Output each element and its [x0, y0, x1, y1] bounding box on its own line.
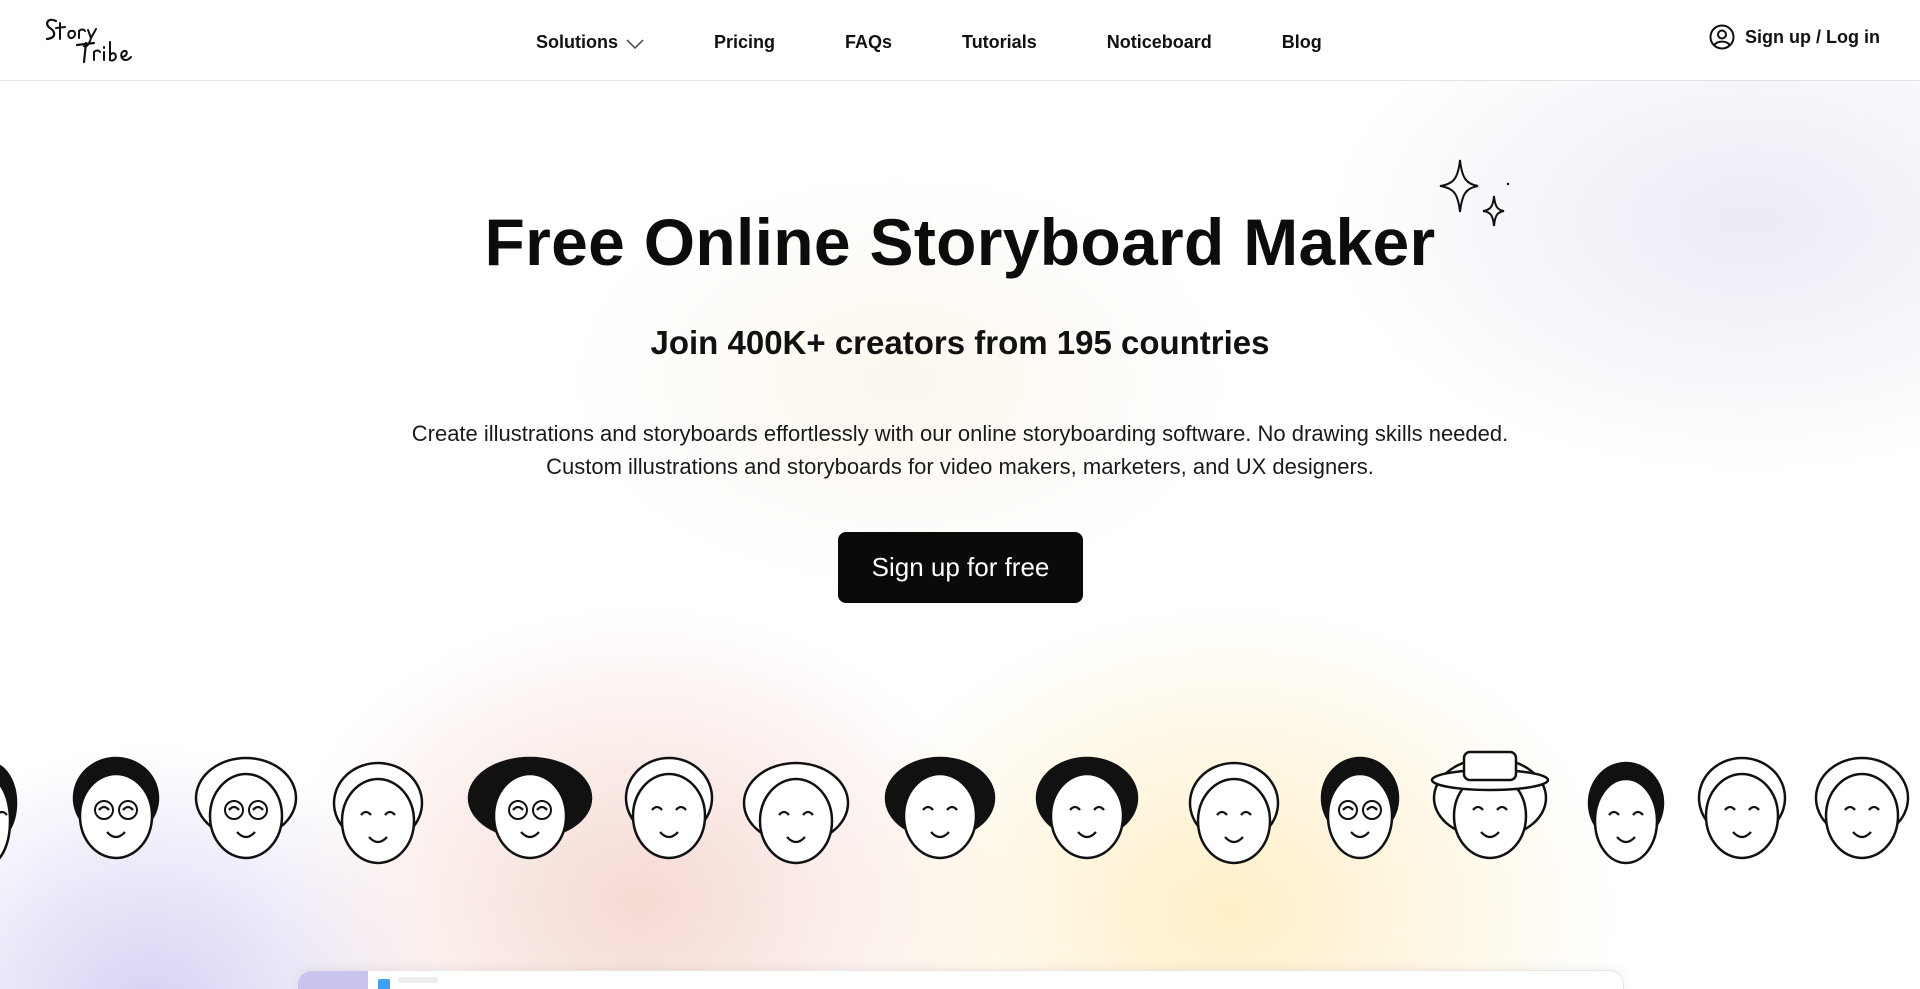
nav-item-label: Tutorials — [962, 32, 1037, 52]
nav-item-solutions[interactable]: Solutions — [536, 27, 644, 54]
nav-item-pricing[interactable]: Pricing — [714, 28, 775, 53]
nav-item-noticeboard[interactable]: Noticeboard — [1107, 28, 1212, 53]
nav-item-label: Pricing — [714, 32, 776, 52]
chevron-down-icon — [626, 33, 644, 54]
character-face-icon — [1695, 750, 1789, 875]
nav-item-blog[interactable]: Blog — [1282, 28, 1322, 53]
preview-icon — [378, 979, 390, 989]
character-face-icon — [1318, 750, 1402, 875]
nav-item-label: Blog — [1281, 32, 1322, 52]
hero-description-line: Custom illustrations and storyboards for… — [546, 454, 1374, 479]
nav-item-label: Solutions — [536, 32, 618, 52]
character-face-icon — [465, 750, 595, 875]
nav-item-tutorials[interactable]: Tutorials — [962, 28, 1037, 53]
preview-toolbar — [398, 977, 438, 983]
character-face-icon — [192, 750, 300, 875]
character-face-icon — [330, 755, 426, 880]
character-face-icon — [1186, 755, 1282, 880]
app-preview-card — [297, 970, 1624, 989]
storytribe-logo[interactable] — [42, 12, 142, 68]
character-face-icon — [1585, 755, 1667, 880]
character-face-icon — [1033, 750, 1141, 875]
signup-login-label: Sign up / Log in — [1745, 26, 1880, 47]
site-header: Solutions Pricing FAQs Tutorials Noticeb… — [0, 0, 1920, 81]
character-face-icon — [70, 750, 162, 875]
hero-description: Create illustrations and storyboards eff… — [0, 417, 1920, 483]
hero-description-line: Create illustrations and storyboards eff… — [411, 421, 1509, 446]
nav-item-faqs[interactable]: FAQs — [845, 28, 892, 53]
sparkle-icon — [1432, 154, 1512, 254]
character-faces-row — [0, 735, 1920, 905]
signup-login-link[interactable]: Sign up / Log in — [1709, 24, 1880, 50]
hero-subtitle: Join 400K+ creators from 195 countries — [650, 324, 1270, 361]
nav-item-label: FAQs — [845, 32, 893, 52]
preview-sidebar — [298, 971, 368, 989]
logo-wordmark-icon — [45, 18, 132, 64]
character-face-icon — [622, 750, 716, 875]
main-nav: Solutions Pricing FAQs Tutorials Noticeb… — [536, 0, 1322, 81]
user-circle-icon — [1709, 24, 1735, 50]
character-face-icon — [882, 750, 998, 875]
character-face-icon — [740, 755, 852, 880]
signup-free-button[interactable]: Sign up for free — [838, 532, 1083, 603]
page-title: Free Online Storyboard Maker — [484, 205, 1436, 279]
nav-item-label: Noticeboard — [1106, 32, 1212, 52]
character-face-icon — [0, 755, 20, 880]
character-face-icon — [1430, 750, 1550, 875]
character-face-icon — [1812, 750, 1912, 875]
